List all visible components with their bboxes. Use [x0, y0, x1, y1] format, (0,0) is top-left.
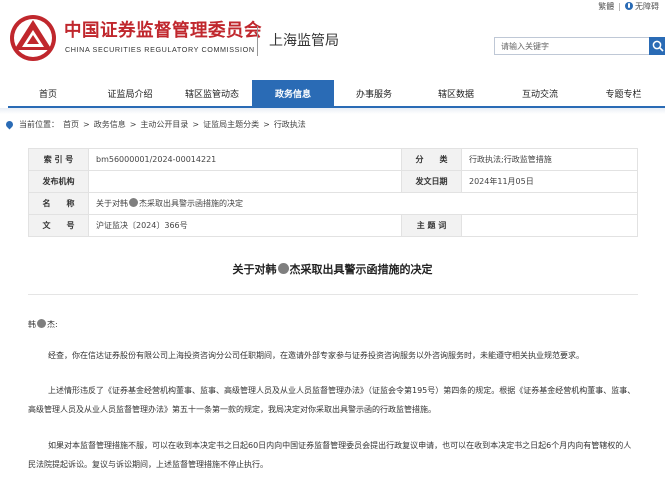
csrc-logo-icon[interactable] [8, 14, 58, 62]
paragraph-violation: 上述情形违反了《证券基金经营机构董事、监事、高级管理人员及从业人员监督管理办法》… [28, 386, 636, 414]
table-row: 名 称 关于对韩 杰采取出具警示函措施的决定 [28, 192, 638, 215]
issuer-label: 发布机构 [28, 170, 89, 193]
search-icon [652, 40, 664, 52]
index-value: bm56000001/2024-00014221 [88, 148, 402, 171]
breadcrumb-separator: > [129, 120, 137, 129]
breadcrumb-separator: > [192, 120, 200, 129]
document-title: 关于对韩 杰采取出具警示函措施的决定 [0, 261, 665, 277]
paragraph-appeal: 如果对本监督管理措施不服，可以在收到本决定书之日起60日内向中国证券监督管理委员… [28, 441, 632, 469]
org-name-chinese: 中国证券监督管理委员会 [64, 21, 262, 41]
breadcrumb-home[interactable]: 首页 [63, 119, 79, 130]
salutation-after: 杰: [47, 320, 58, 329]
category-value: 行政执法;行政监管措施 [461, 148, 638, 171]
nav-item-about[interactable]: 证监局介绍 [88, 80, 172, 106]
title-divider [28, 294, 638, 295]
index-label: 索 引 号 [28, 148, 89, 171]
breadcrumb: 当前位置： 首页 > 政务信息 > 主动公开目录 > 证监局主题分类 > 行政执… [4, 119, 306, 130]
title-after: 杰采取出具警示函措施的决定 [289, 263, 433, 276]
accessibility-icon [625, 2, 633, 10]
site-header: 繁體 | 无障碍 中国证券监督管理委员会 CHINA SECURITIES RE… [0, 0, 665, 80]
name-label: 名 称 [28, 192, 89, 215]
paragraph-findings: 经查，你在信达证券股份有限公司上海投资咨询分公司任职期间，在邀请外部专家参与证券… [48, 351, 584, 360]
breadcrumb-prefix: 当前位置： [19, 120, 59, 129]
breadcrumb-separator: > [83, 120, 90, 129]
accessibility-link[interactable]: 无障碍 [625, 1, 659, 12]
nav-item-topics[interactable]: 专题专栏 [582, 80, 665, 106]
subject-value [461, 214, 638, 237]
search-input[interactable]: 请输入关键字 [494, 37, 649, 55]
name-before: 关于对韩 [96, 199, 128, 208]
main-nav: 首页 证监局介绍 辖区监管动态 政务信息 办事服务 辖区数据 互动交流 专题专栏 [8, 80, 665, 108]
breadcrumb-topic-category[interactable]: 证监局主题分类 [203, 119, 259, 130]
salutation-before: 韩 [28, 320, 36, 329]
redaction-mark [129, 198, 138, 207]
breadcrumb-enforcement[interactable]: 行政执法 [274, 119, 306, 130]
subject-label: 主 题 词 [401, 214, 462, 237]
docno-label: 文 号 [28, 214, 89, 237]
nav-item-regulatory-news[interactable]: 辖区监管动态 [172, 80, 252, 106]
issuer-value [88, 170, 402, 193]
redaction-mark [37, 319, 46, 328]
nav-item-interaction[interactable]: 互动交流 [498, 80, 582, 106]
category-label: 分 类 [401, 148, 462, 171]
table-row: 发布机构 发文日期 2024年11月05日 [28, 170, 638, 193]
breadcrumb-disclosure-catalog[interactable]: 主动公开目录 [140, 119, 188, 130]
table-row: 索 引 号 bm56000001/2024-00014221 分 类 行政执法;… [28, 148, 638, 171]
accessibility-label: 无障碍 [635, 1, 659, 11]
date-value: 2024年11月05日 [461, 170, 638, 193]
breadcrumb-separator: > [263, 120, 270, 129]
search-button[interactable] [649, 37, 665, 55]
utility-links: 繁體 | 无障碍 [598, 0, 659, 12]
org-name-english: CHINA SECURITIES REGULATORY COMMISSION [65, 45, 255, 54]
title-before: 关于对韩 [232, 263, 277, 276]
nav-item-services[interactable]: 办事服务 [334, 80, 414, 106]
header-divider [257, 26, 258, 56]
docno-value: 沪证监决〔2024〕366号 [88, 214, 402, 237]
utility-separator: | [618, 1, 621, 11]
redaction-mark [277, 263, 289, 274]
salutation: 韩 杰: [28, 315, 638, 334]
table-row: 文 号 沪证监决〔2024〕366号 主 题 词 [28, 214, 638, 237]
bureau-name: 上海监管局 [269, 33, 339, 49]
document-info-table: 索 引 号 bm56000001/2024-00014221 分 类 行政执法;… [28, 148, 638, 237]
date-label: 发文日期 [401, 170, 462, 193]
name-after: 杰采取出具警示函措施的决定 [139, 199, 243, 208]
nav-item-government-info[interactable]: 政务信息 [252, 80, 334, 106]
name-value: 关于对韩 杰采取出具警示函措施的决定 [88, 192, 638, 215]
nav-shadow [0, 108, 665, 114]
traditional-chinese-link[interactable]: 繁體 [598, 1, 614, 12]
nav-item-data[interactable]: 辖区数据 [414, 80, 498, 106]
breadcrumb-government-info[interactable]: 政务信息 [94, 119, 126, 130]
nav-item-home[interactable]: 首页 [8, 80, 88, 106]
location-pin-icon [4, 119, 15, 130]
